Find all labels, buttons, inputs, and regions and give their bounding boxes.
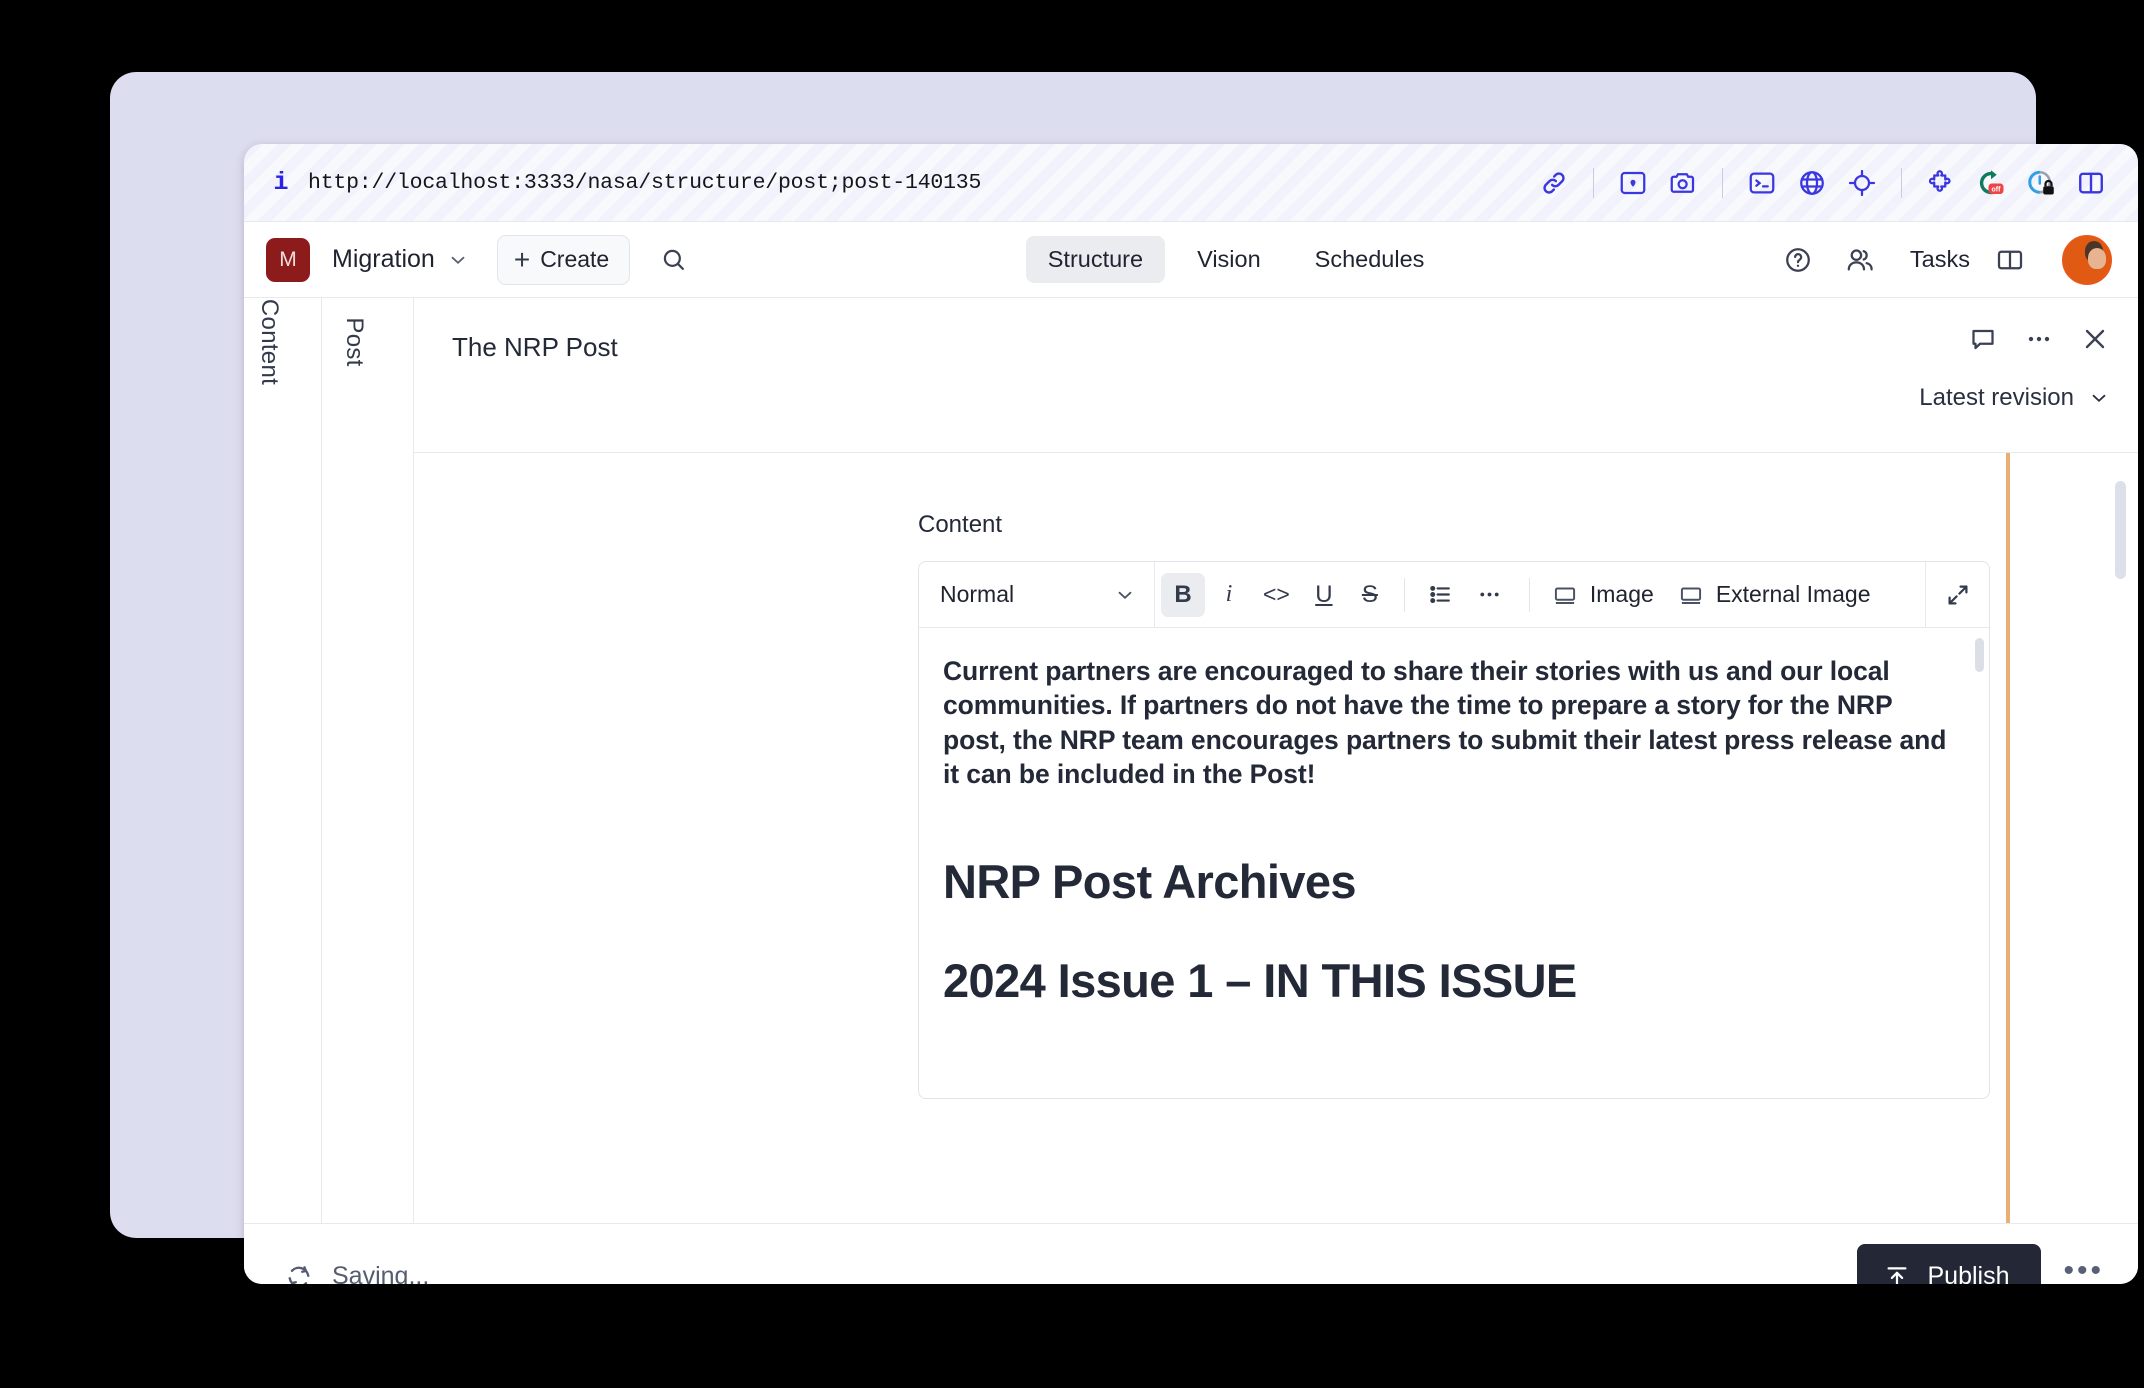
browser-url-bar: i http://localhost:3333/nasa/structure/p… xyxy=(244,144,2138,222)
more-formats-button[interactable] xyxy=(1466,573,1513,617)
insert-image-label: Image xyxy=(1589,581,1654,607)
browser-window-frame: i http://localhost:3333/nasa/structure/p… xyxy=(110,72,2138,1284)
pane-post-rail[interactable]: Post xyxy=(322,298,414,1223)
publish-more-options-button[interactable]: ••• xyxy=(2063,1254,2110,1285)
create-button-label: Create xyxy=(540,246,610,272)
browser-window: i http://localhost:3333/nasa/structure/p… xyxy=(244,144,2138,1284)
more-options-icon[interactable] xyxy=(2024,324,2054,359)
puzzle-icon[interactable] xyxy=(1918,160,1964,206)
tab-vision[interactable]: Vision xyxy=(1175,236,1283,283)
toolbar-divider xyxy=(1403,577,1405,612)
editor-toolbar: Normal B i <> U S Image External Image xyxy=(919,561,1989,628)
field-label-content: Content xyxy=(918,511,1003,538)
document-footer: Saving... Publish ••• xyxy=(244,1223,2138,1284)
help-circle-icon[interactable] xyxy=(1776,238,1820,282)
editor-heading-2: 2024 Issue 1 – IN THIS ISSUE xyxy=(943,953,1577,1007)
format-button-group: B i <> U S xyxy=(1155,572,1519,617)
change-indicator-bar xyxy=(2006,453,2010,1223)
close-icon[interactable] xyxy=(2080,324,2110,359)
header-actions: Tasks xyxy=(1776,234,2112,285)
link-icon[interactable] xyxy=(1531,160,1577,206)
rich-text-editor: Normal B i <> U S Image External Image C… xyxy=(918,561,1990,1099)
publish-upload-icon xyxy=(1883,1263,1911,1284)
save-status-text: Saving... xyxy=(332,1262,430,1284)
chevron-down-icon[interactable] xyxy=(447,249,469,271)
strikethrough-button[interactable]: S xyxy=(1348,573,1392,617)
split-pane-icon[interactable] xyxy=(2068,160,2114,206)
users-icon[interactable] xyxy=(1838,238,1882,282)
revision-label: Latest revision xyxy=(1919,384,2074,411)
save-status: Saving... xyxy=(284,1262,430,1284)
plus-icon: + xyxy=(513,243,531,275)
sync-icon xyxy=(284,1262,314,1284)
document-header: The NRP Post Latest revision xyxy=(414,298,2138,453)
insert-image-button[interactable]: Image xyxy=(1540,573,1666,617)
create-button[interactable]: + Create xyxy=(496,234,631,285)
document-scrollbar-thumb[interactable] xyxy=(2115,481,2126,579)
privacy-lock-icon[interactable] xyxy=(2018,160,2064,206)
publish-button-label: Publish xyxy=(1927,1262,2010,1284)
svg-text:off: off xyxy=(1992,186,2002,193)
terminal-icon[interactable] xyxy=(1739,160,1785,206)
url-text[interactable]: http://localhost:3333/nasa/structure/pos… xyxy=(308,171,981,195)
app-header: M Migration + Create Structure Vision Sc… xyxy=(244,222,2138,298)
underline-button[interactable]: U xyxy=(1302,573,1346,617)
image-block-icon xyxy=(1552,582,1578,608)
pane-content-rail[interactable]: Content xyxy=(244,298,322,1223)
toolbar-divider-1 xyxy=(1593,167,1594,198)
recorder-off-icon[interactable]: off xyxy=(1968,160,2014,206)
chevron-down-icon xyxy=(2088,387,2110,409)
document-header-actions xyxy=(1968,324,2110,359)
footer-actions: Publish ••• xyxy=(1857,1243,2110,1285)
rail-label-content: Content xyxy=(255,298,283,386)
block-style-value: Normal xyxy=(940,581,1015,607)
code-button[interactable]: <> xyxy=(1253,573,1300,617)
toolbar-divider xyxy=(1528,577,1530,612)
publish-button[interactable]: Publish xyxy=(1857,1243,2042,1284)
toolbar-divider-3 xyxy=(1901,167,1902,198)
browser-toolbar: off xyxy=(1531,160,2114,206)
editor-paragraph: Current partners are encouraged to share… xyxy=(943,656,1947,790)
comment-icon[interactable] xyxy=(1968,324,1998,359)
editor-heading-1: NRP Post Archives xyxy=(943,854,1357,908)
toolbar-divider-2 xyxy=(1722,167,1723,198)
workspace-logo[interactable]: M xyxy=(266,237,310,282)
document-scroll-area: Content Normal B i <> U S Image External… xyxy=(414,453,2138,1223)
document-pane: The NRP Post Latest revision Content Nor… xyxy=(414,298,2138,1223)
external-image-block-icon xyxy=(1678,582,1704,608)
revision-selector[interactable]: Latest revision xyxy=(1919,384,2110,412)
tasks-label[interactable]: Tasks xyxy=(1910,246,1970,273)
bold-button[interactable]: B xyxy=(1161,572,1205,617)
block-style-select[interactable]: Normal xyxy=(919,562,1155,627)
editor-toolbar-right xyxy=(1925,561,1989,628)
italic-button[interactable]: i xyxy=(1207,573,1251,617)
workspace-body: Content Post The NRP Post Latest revisio… xyxy=(244,298,2138,1223)
editor-content[interactable]: Current partners are encouraged to share… xyxy=(919,628,1989,1098)
panel-icon[interactable] xyxy=(1988,238,2032,282)
search-icon[interactable] xyxy=(652,238,696,282)
tab-structure[interactable]: Structure xyxy=(1025,236,1166,283)
camera-icon[interactable] xyxy=(1660,160,1706,206)
globe-icon[interactable] xyxy=(1789,160,1835,206)
target-icon[interactable] xyxy=(1839,160,1885,206)
user-avatar[interactable] xyxy=(2062,234,2112,285)
expand-editor-button[interactable] xyxy=(1925,561,1989,628)
main-nav-tabs: Structure Vision Schedules xyxy=(696,236,1776,283)
project-name[interactable]: Migration xyxy=(332,245,435,274)
bullet-list-button[interactable] xyxy=(1417,573,1464,617)
chevron-down-icon xyxy=(1114,584,1136,606)
editor-scrollbar-thumb[interactable] xyxy=(1975,638,1984,672)
page-title: The NRP Post xyxy=(452,332,618,362)
image-capture-icon[interactable] xyxy=(1610,160,1656,206)
insert-external-image-button[interactable]: External Image xyxy=(1666,573,1883,617)
info-icon[interactable]: i xyxy=(266,168,296,197)
insert-external-image-label: External Image xyxy=(1715,581,1871,607)
rail-label-post: Post xyxy=(340,317,368,367)
tab-schedules[interactable]: Schedules xyxy=(1293,236,1447,283)
